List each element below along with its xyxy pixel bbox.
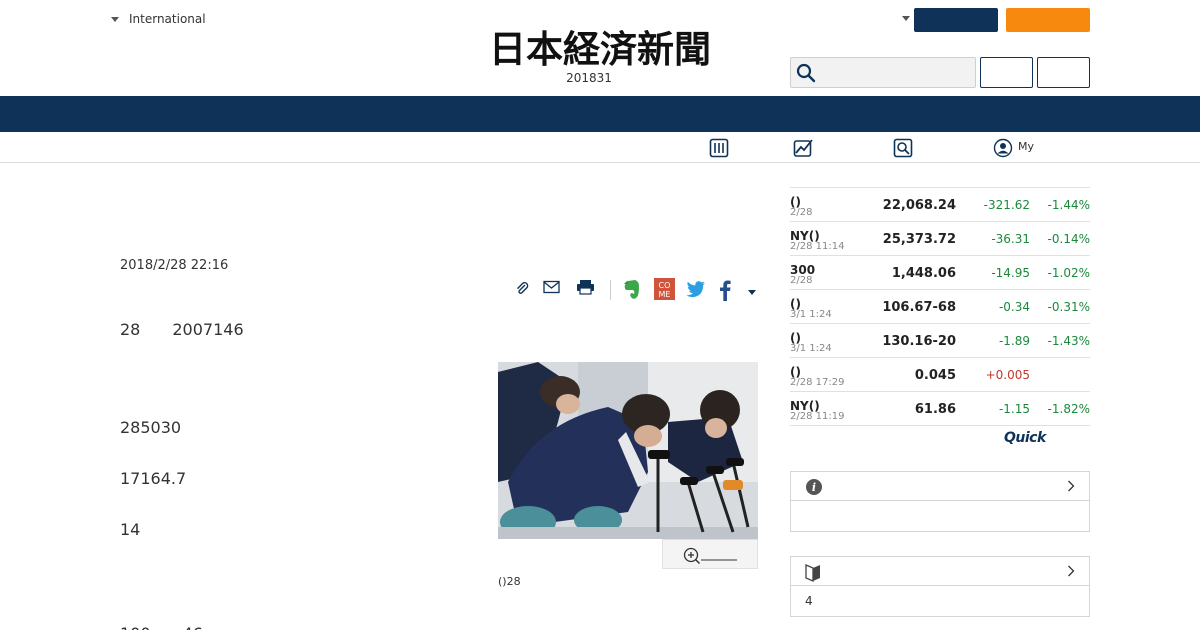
market-change: -0.34 <box>998 300 1030 314</box>
newspaper-viewer-icon[interactable] <box>709 138 729 158</box>
market-value: 106.67-68 <box>882 300 956 315</box>
press-conference-photo <box>498 362 758 539</box>
advanced-search-button[interactable] <box>1037 57 1090 88</box>
toolbar-divider <box>610 280 611 300</box>
quick-logo[interactable]: Quick <box>1004 430 1046 446</box>
market-row[interactable]: () 2/28 17:29 0.045 +0.005 <box>790 358 1090 392</box>
beginner-leaf-icon <box>805 564 820 582</box>
zoom-in-icon <box>683 547 737 565</box>
beginner-box-body: 4 <box>805 594 813 608</box>
international-label: International <box>129 12 206 26</box>
market-row[interactable]: () 2/28 22,068.24 -321.62 -1.44% <box>790 188 1090 222</box>
market-change: -1.89 <box>998 334 1030 348</box>
search-button[interactable] <box>980 57 1033 88</box>
market-value: 61.86 <box>914 402 956 417</box>
market-row[interactable]: NY() 2/28 11:14 25,373.72 -36.31 -0.14% <box>790 222 1090 256</box>
svg-text:CO: CO <box>659 281 671 290</box>
market-time: 2/28 <box>790 275 813 286</box>
chevron-right-icon <box>1068 565 1075 577</box>
article-paragraph: 100 46 <box>120 620 203 630</box>
market-change-percent: -1.43% <box>1047 334 1090 348</box>
market-time: 3/1 1:24 <box>790 343 832 354</box>
logo-text: 日本経済新聞 <box>489 28 711 68</box>
info-icon: i <box>806 479 822 495</box>
market-change-percent: -1.82% <box>1047 402 1090 416</box>
svg-text:ME: ME <box>659 290 671 299</box>
my-nikkei-label[interactable]: My <box>1018 140 1034 153</box>
market-change: -36.31 <box>991 232 1030 246</box>
market-change-percent: -1.44% <box>1047 198 1090 212</box>
market-time: 2/28 11:14 <box>790 241 845 252</box>
market-row[interactable]: () 3/1 1:24 106.67-68 -0.34 -0.31% <box>790 290 1090 324</box>
beginner-box: 4 <box>790 556 1090 617</box>
market-value: 130.16-20 <box>882 334 956 349</box>
market-time: 2/28 <box>790 207 813 218</box>
nikkei-logo[interactable]: 日本経済新聞 <box>450 28 750 68</box>
market-time: 3/1 1:24 <box>790 309 832 320</box>
chart-icon[interactable] <box>793 138 815 158</box>
market-value: 25,373.72 <box>882 232 956 247</box>
international-selector[interactable]: International <box>111 12 206 26</box>
site-header: International 日本経済新聞 201831 <box>0 0 1200 96</box>
article-date: 2018/2/28 22:16 <box>120 258 229 273</box>
print-icon[interactable] <box>576 279 595 295</box>
caret-down-icon[interactable] <box>902 16 910 21</box>
market-value: 0.045 <box>914 368 956 383</box>
twitter-icon[interactable] <box>686 280 706 298</box>
main-navigation-bar <box>0 96 1200 132</box>
market-change-percent: -0.31% <box>1047 300 1090 314</box>
market-time: 2/28 11:19 <box>790 411 845 422</box>
article-paragraph: 14 <box>120 520 141 539</box>
beginner-box-header[interactable] <box>791 557 1089 586</box>
market-change: -14.95 <box>991 266 1030 280</box>
search-document-icon[interactable] <box>893 138 913 158</box>
article-paragraph: 28 2007146 <box>120 320 244 339</box>
info-box-header[interactable]: i <box>791 472 1089 501</box>
article-paragraph: 17164.7 <box>120 469 187 488</box>
info-box-body <box>791 501 1089 531</box>
market-time: 2/28 17:29 <box>790 377 845 388</box>
mail-icon[interactable] <box>543 280 560 294</box>
clip-icon[interactable] <box>514 280 530 296</box>
photo-caption: ()28 <box>498 575 521 588</box>
user-icon[interactable] <box>993 138 1013 158</box>
market-change: -1.15 <box>998 402 1030 416</box>
comemo-icon[interactable]: CO ME <box>654 278 675 300</box>
facebook-icon[interactable] <box>719 279 731 301</box>
market-change: +0.005 <box>985 368 1030 382</box>
market-change-percent: -1.02% <box>1047 266 1090 280</box>
caret-down-icon <box>111 16 119 22</box>
article-photo[interactable] <box>498 362 758 539</box>
market-row[interactable]: NY() 2/28 11:19 61.86 -1.15 -1.82% <box>790 392 1090 426</box>
market-value: 1,448.06 <box>891 266 956 281</box>
market-value: 22,068.24 <box>882 198 956 213</box>
login-button[interactable] <box>914 8 998 32</box>
subscribe-button[interactable] <box>1006 8 1090 32</box>
market-change-percent: -0.14% <box>1047 232 1090 246</box>
market-change: -321.62 <box>983 198 1030 212</box>
market-row[interactable]: 300 2/28 1,448.06 -14.95 -1.02% <box>790 256 1090 290</box>
search-icon[interactable] <box>796 63 816 83</box>
market-data-table: () 2/28 22,068.24 -321.62 -1.44% NY() 2/28 11:… <box>790 187 1090 426</box>
svg-text:i: i <box>812 481 816 494</box>
search-input[interactable] <box>790 57 976 88</box>
edition-text: 201831 <box>566 71 612 85</box>
market-row[interactable]: () 3/1 1:24 130.16-20 -1.89 -1.43% <box>790 324 1090 358</box>
zoom-button[interactable] <box>662 539 758 569</box>
evernote-icon[interactable] <box>623 279 641 301</box>
chevron-right-icon <box>1068 480 1075 492</box>
article-paragraph: 285030 <box>120 418 182 437</box>
info-box: i <box>790 471 1090 532</box>
caret-down-icon[interactable] <box>748 290 756 295</box>
